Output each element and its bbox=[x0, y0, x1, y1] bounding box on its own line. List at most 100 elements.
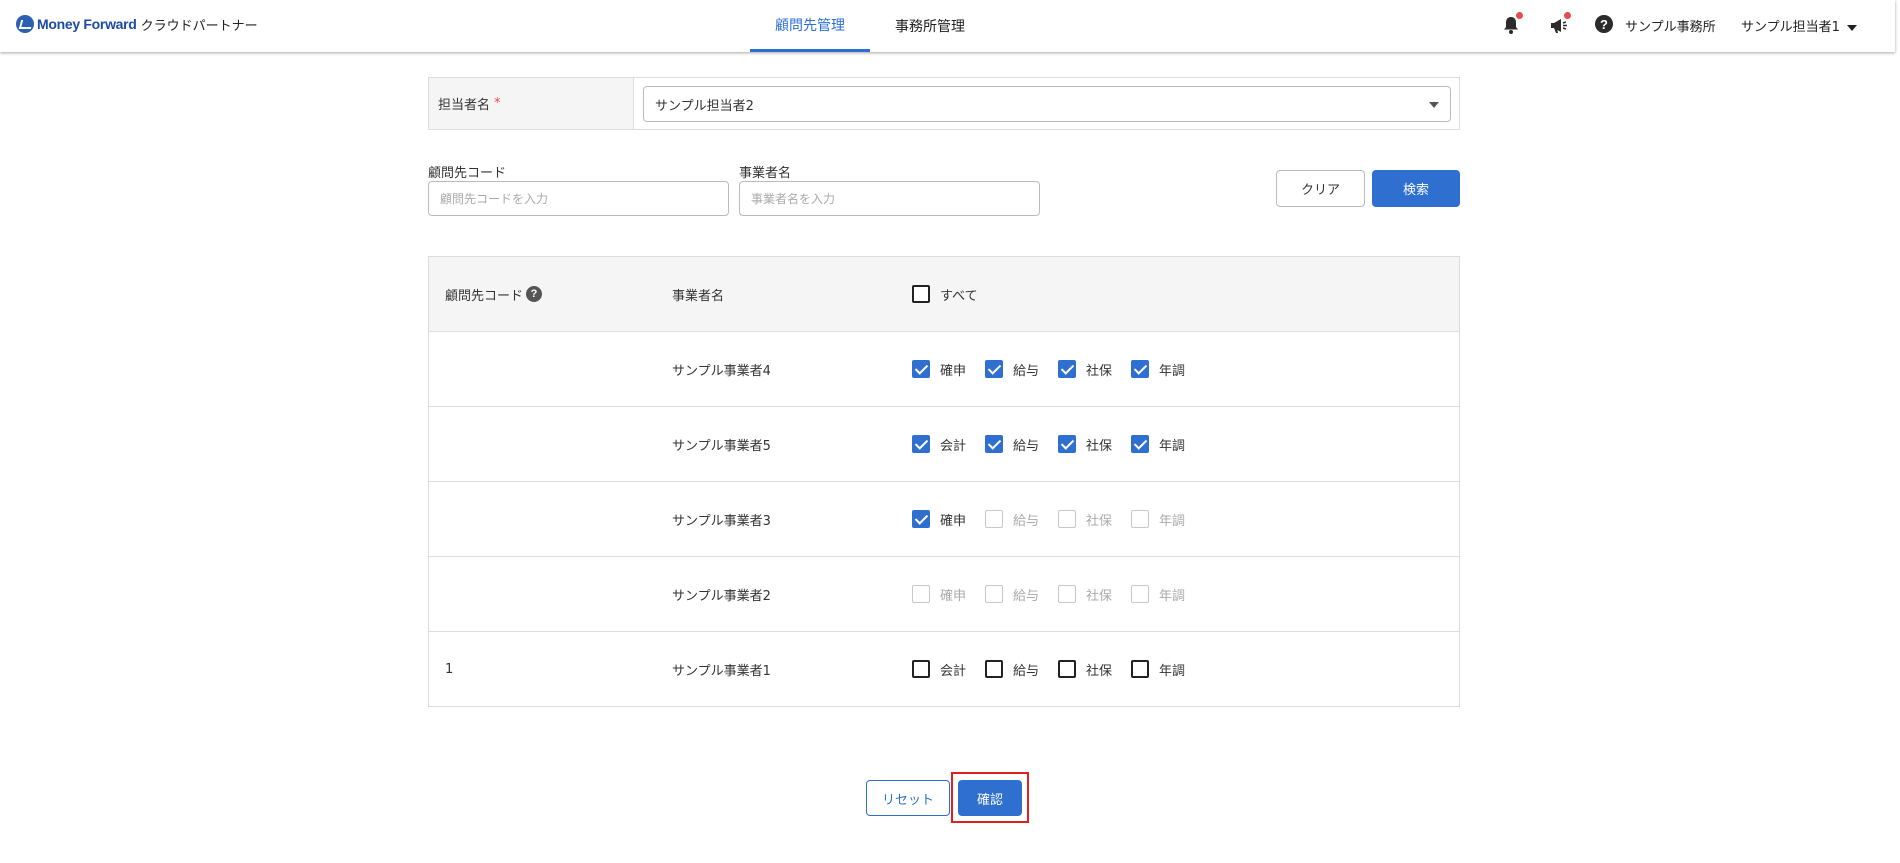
tab-client-management[interactable]: 顧問先管理 bbox=[750, 0, 870, 52]
logo-mark-icon bbox=[16, 15, 34, 33]
help-icon[interactable]: ? bbox=[1595, 15, 1613, 33]
service-checkbox[interactable] bbox=[1131, 660, 1149, 678]
business-name-cell: サンプル事業者2 bbox=[672, 588, 771, 604]
service-option[interactable]: 会計 bbox=[912, 407, 966, 481]
select-all-label: すべて bbox=[940, 288, 978, 304]
service-option[interactable]: 社保 bbox=[1058, 332, 1112, 406]
user-name: サンプル担当者1 bbox=[1741, 20, 1840, 35]
client-code-input[interactable]: 顧問先コードを入力 bbox=[428, 181, 729, 216]
service-label: 給与 bbox=[1013, 588, 1040, 604]
service-checkbox bbox=[1058, 585, 1076, 603]
money-forward-logo[interactable]: Money Forward クラウドパートナー bbox=[16, 14, 258, 34]
service-checkbox bbox=[985, 585, 1003, 603]
business-name-cell: サンプル事業者5 bbox=[672, 438, 771, 454]
assignee-label-text: 担当者名 bbox=[438, 98, 491, 113]
service-label: 年調 bbox=[1159, 438, 1186, 454]
service-label: 年調 bbox=[1159, 663, 1186, 679]
service-option[interactable]: 年調 bbox=[1131, 332, 1185, 406]
service-checkbox bbox=[1131, 510, 1149, 528]
service-label: 確申 bbox=[940, 513, 967, 529]
service-checkbox[interactable] bbox=[912, 435, 930, 453]
service-option: 給与 bbox=[985, 482, 1039, 556]
service-checkbox[interactable] bbox=[1058, 435, 1076, 453]
service-checkbox[interactable] bbox=[985, 360, 1003, 378]
tab-office-management[interactable]: 事務所管理 bbox=[870, 0, 990, 52]
clear-button[interactable]: クリア bbox=[1276, 170, 1365, 207]
business-name-cell: サンプル事業者4 bbox=[672, 363, 771, 379]
table-row: サンプル事業者5 会計 給与 社保 年調 bbox=[429, 407, 1459, 482]
chevron-down-icon bbox=[1429, 102, 1439, 108]
business-name-cell: サンプル事業者3 bbox=[672, 513, 771, 529]
bell-icon[interactable] bbox=[1500, 12, 1523, 36]
service-label: 確申 bbox=[940, 588, 967, 604]
service-checkbox bbox=[985, 510, 1003, 528]
chevron-down-icon bbox=[1846, 24, 1857, 31]
service-label: 社保 bbox=[1086, 438, 1113, 454]
service-checkbox bbox=[1058, 510, 1076, 528]
table-row: サンプル事業者2 確申 給与 社保 年調 bbox=[429, 557, 1459, 632]
table-row: サンプル事業者3 確申 給与 社保 年調 bbox=[429, 482, 1459, 557]
client-table: 顧問先コード? 事業者名 すべて サンプル事業者4 確申 給与 社保 年調 サンプル事業者… bbox=[428, 256, 1460, 707]
service-option[interactable]: 社保 bbox=[1058, 632, 1112, 706]
logo-product: クラウドパートナー bbox=[140, 18, 258, 34]
app-header: Money Forward クラウドパートナー 顧問先管理 事務所管理 ? サン… bbox=[0, 0, 1895, 52]
service-checkbox bbox=[912, 585, 930, 603]
service-label: 年調 bbox=[1159, 363, 1186, 379]
announcement-dot bbox=[1564, 12, 1571, 19]
assignee-label: 担当者名 * bbox=[429, 78, 634, 129]
service-option[interactable]: 年調 bbox=[1131, 632, 1185, 706]
service-label: 年調 bbox=[1159, 513, 1186, 529]
service-option[interactable]: 給与 bbox=[985, 332, 1039, 406]
service-label: 給与 bbox=[1013, 513, 1040, 529]
service-checkbox[interactable] bbox=[912, 360, 930, 378]
service-option: 年調 bbox=[1131, 482, 1185, 556]
reset-button[interactable]: リセット bbox=[866, 780, 950, 816]
service-label: 社保 bbox=[1086, 363, 1113, 379]
assignee-select[interactable]: サンプル担当者2 bbox=[643, 86, 1451, 122]
service-option: 給与 bbox=[985, 557, 1039, 631]
service-option: 年調 bbox=[1131, 557, 1185, 631]
service-checkbox[interactable] bbox=[985, 435, 1003, 453]
service-checkbox[interactable] bbox=[1058, 360, 1076, 378]
column-header-client-code-text: 顧問先コード bbox=[445, 288, 524, 304]
search-button[interactable]: 検索 bbox=[1372, 170, 1460, 207]
required-mark: * bbox=[494, 96, 501, 111]
service-label: 会計 bbox=[940, 663, 967, 679]
business-name-cell: サンプル事業者1 bbox=[672, 663, 771, 679]
assignee-selected-value: サンプル担当者2 bbox=[655, 98, 754, 114]
help-icon[interactable]: ? bbox=[526, 286, 543, 302]
service-label: 会計 bbox=[940, 438, 967, 454]
service-label: 社保 bbox=[1086, 663, 1113, 679]
client-code-cell: 1 bbox=[445, 661, 454, 677]
column-header-business-name: 事業者名 bbox=[672, 288, 725, 304]
user-menu[interactable]: サンプル担当者1 bbox=[1741, 16, 1857, 35]
service-option[interactable]: 給与 bbox=[985, 632, 1039, 706]
service-option[interactable]: 給与 bbox=[985, 407, 1039, 481]
service-checkbox[interactable] bbox=[1131, 435, 1149, 453]
service-label: 年調 bbox=[1159, 588, 1186, 604]
select-all-checkbox[interactable] bbox=[912, 285, 930, 303]
service-option[interactable]: 確申 bbox=[912, 332, 966, 406]
service-label: 確申 bbox=[940, 363, 967, 379]
service-option[interactable]: 社保 bbox=[1058, 407, 1112, 481]
service-label: 給与 bbox=[1013, 663, 1040, 679]
service-checkbox[interactable] bbox=[912, 510, 930, 528]
confirm-button-highlight bbox=[951, 772, 1029, 823]
service-checkbox[interactable] bbox=[912, 660, 930, 678]
service-checkbox[interactable] bbox=[1131, 360, 1149, 378]
service-option: 社保 bbox=[1058, 557, 1112, 631]
megaphone-icon[interactable] bbox=[1549, 12, 1571, 36]
business-name-input[interactable]: 事業者名を入力 bbox=[739, 181, 1040, 216]
column-header-client-code: 顧問先コード? bbox=[445, 257, 543, 331]
service-option[interactable]: 年調 bbox=[1131, 407, 1185, 481]
select-all[interactable]: すべて bbox=[912, 257, 978, 331]
service-label: 社保 bbox=[1086, 588, 1113, 604]
service-checkbox[interactable] bbox=[985, 660, 1003, 678]
service-option: 確申 bbox=[912, 557, 966, 631]
service-checkbox[interactable] bbox=[1058, 660, 1076, 678]
service-option: 社保 bbox=[1058, 482, 1112, 556]
logo-brand: Money Forward bbox=[37, 16, 137, 32]
service-option[interactable]: 会計 bbox=[912, 632, 966, 706]
service-option[interactable]: 確申 bbox=[912, 482, 966, 556]
office-name: サンプル事務所 bbox=[1625, 20, 1716, 35]
